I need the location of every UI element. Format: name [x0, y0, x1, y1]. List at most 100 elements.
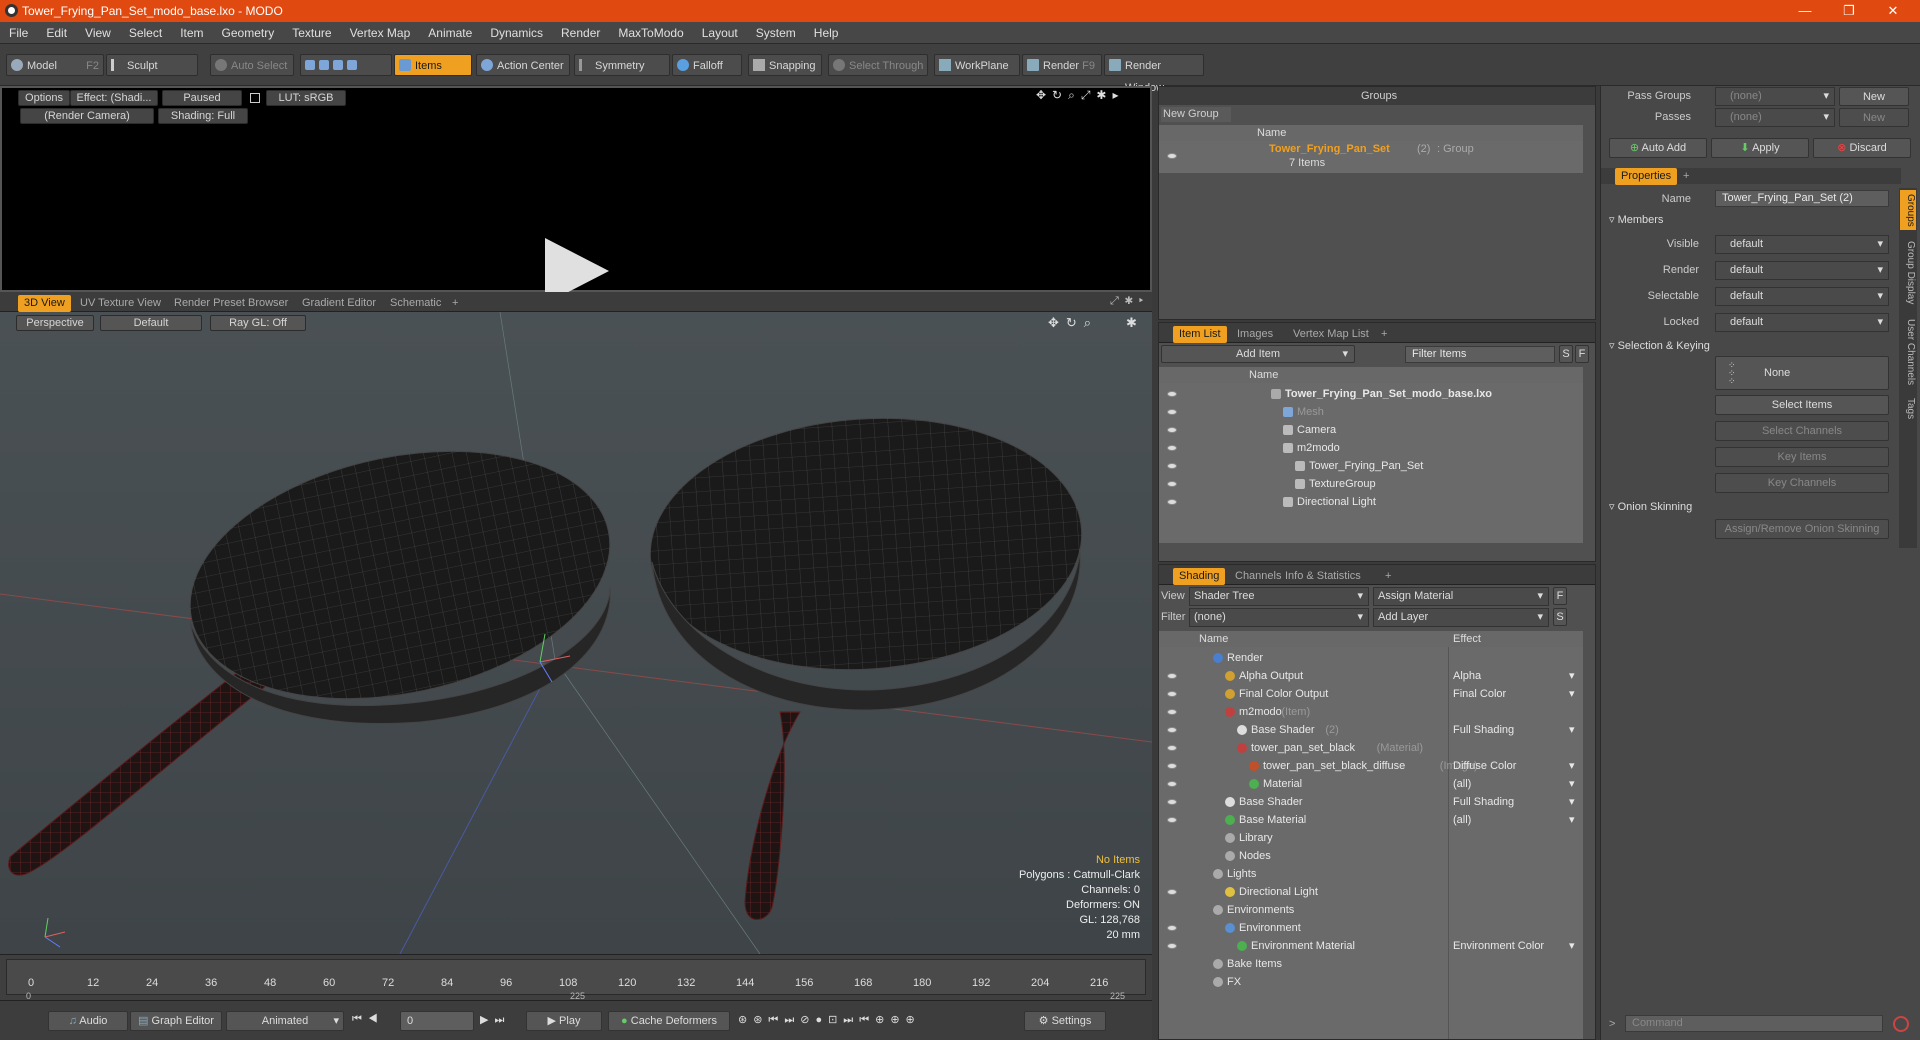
preview-view-controls[interactable]: ✥↻⌕⤢✱▸ — [1036, 88, 1125, 103]
filter-dropdown[interactable]: (none) — [1189, 608, 1369, 627]
shader-tree-row[interactable]: Alpha Output Alpha ▾ — [1159, 667, 1583, 685]
minimize-button[interactable]: — — [1788, 1, 1822, 21]
shader-tree-row[interactable]: Library — [1159, 829, 1583, 847]
tab-properties[interactable]: Properties — [1615, 168, 1678, 185]
assign-onion-skinning-button[interactable]: Assign/Remove Onion Skinning — [1715, 519, 1889, 539]
tab-vertex-map-list[interactable]: Vertex Map List — [1287, 326, 1375, 343]
menu-view[interactable]: View — [76, 22, 120, 40]
new-pass-group-button[interactable]: New — [1839, 87, 1909, 106]
vtab-user-channels[interactable]: User Channels — [1900, 316, 1916, 388]
menu-file[interactable]: File — [0, 22, 37, 40]
render-button[interactable]: Render F9 — [1022, 54, 1102, 76]
shader-tree-row[interactable]: Final Color Output Final Color ▾ — [1159, 685, 1583, 703]
selection-keying-section[interactable]: ▿ Selection & Keying — [1609, 339, 1710, 352]
filter-f-button[interactable]: F — [1575, 345, 1589, 363]
shading-f-button[interactable]: F — [1553, 587, 1567, 605]
add-tab-button[interactable]: + — [446, 295, 464, 312]
items-mode-button[interactable]: Items — [394, 54, 472, 76]
eye-icon[interactable] — [1167, 691, 1177, 697]
effect-dropdown-arrow[interactable]: ▾ — [1569, 667, 1575, 685]
eye-icon[interactable] — [1167, 391, 1177, 397]
select-through-button[interactable]: Select Through — [828, 54, 928, 76]
tab-shading[interactable]: Shading — [1173, 568, 1226, 585]
item-list-row[interactable]: TextureGroup — [1159, 475, 1583, 493]
action-center-button[interactable]: Action Center — [476, 54, 570, 76]
shader-layer-effect[interactable]: Full Shading — [1453, 793, 1514, 811]
shader-layer-effect[interactable]: Diffuse Color — [1453, 757, 1516, 775]
viewport-settings-icon[interactable]: ✱ — [1126, 315, 1137, 331]
add-tab-button[interactable]: + — [1379, 568, 1397, 585]
eye-icon[interactable] — [1167, 673, 1177, 679]
effect-dropdown-arrow[interactable]: ▾ — [1569, 793, 1575, 811]
effect-dropdown-arrow[interactable]: ▾ — [1569, 937, 1575, 955]
falloff-button[interactable]: Falloff — [672, 54, 742, 76]
passes-dropdown[interactable]: (none) — [1715, 108, 1835, 127]
vertices-mode-icon[interactable] — [305, 60, 315, 70]
eye-icon[interactable] — [1167, 463, 1177, 469]
preview-lut-dropdown[interactable]: LUT: sRGB — [266, 90, 346, 106]
eye-icon[interactable] — [1167, 763, 1177, 769]
effect-dropdown-arrow[interactable]: ▾ — [1569, 811, 1575, 829]
menu-texture[interactable]: Texture — [283, 22, 340, 40]
audio-button[interactable]: ♫ Audio — [48, 1011, 128, 1031]
shader-tree-row[interactable]: Base Shader (2) Full Shading ▾ — [1159, 721, 1583, 739]
shader-tree-row[interactable]: tower_pan_set_black (Material) — [1159, 739, 1583, 757]
maximize-button[interactable]: ❐ — [1832, 1, 1866, 21]
effect-dropdown-arrow[interactable]: ▾ — [1569, 775, 1575, 793]
polygons-mode-icon[interactable] — [333, 60, 343, 70]
members-section[interactable]: ▿ Members — [1609, 213, 1663, 226]
new-pass-button[interactable]: New — [1839, 108, 1909, 127]
perspective-dropdown[interactable]: Perspective — [16, 315, 94, 331]
shader-layer-effect[interactable]: Full Shading — [1453, 721, 1514, 739]
tab-gradient-editor[interactable]: Gradient Editor — [296, 295, 382, 312]
menu-geometry[interactable]: Geometry — [213, 22, 284, 40]
viewport-expand-icon[interactable]: ⤢✱▸ — [1110, 295, 1149, 308]
pass-groups-dropdown[interactable]: (none) — [1715, 87, 1835, 106]
item-list-row[interactable]: Mesh — [1159, 403, 1583, 421]
tab-info-statistics[interactable]: Info & Statistics — [1279, 568, 1367, 585]
frying-pan-left[interactable] — [8, 415, 633, 876]
shader-tree-row[interactable]: Base Material (all) ▾ — [1159, 811, 1583, 829]
eye-icon[interactable] — [1167, 817, 1177, 823]
shader-tree-row[interactable]: Bake Items — [1159, 955, 1583, 973]
eye-icon[interactable] — [1167, 427, 1177, 433]
key-controls[interactable]: ⊛⊛⏮⏭⊘●⊡⏭⏮⊕⊕⊕ — [738, 1013, 921, 1027]
item-list-row[interactable]: m2modo — [1159, 439, 1583, 457]
shader-tree-row[interactable]: Environments — [1159, 901, 1583, 919]
eye-icon[interactable] — [1167, 409, 1177, 415]
onion-skinning-section[interactable]: ▿ Onion Skinning — [1609, 500, 1692, 513]
edges-mode-icon[interactable] — [319, 60, 329, 70]
shader-tree-row[interactable]: Render — [1159, 649, 1583, 667]
stop-command-icon[interactable] — [1893, 1016, 1909, 1032]
preview-shading-dropdown[interactable]: Shading: Full — [158, 108, 248, 124]
play-button[interactable]: ▶ Play — [526, 1011, 602, 1031]
add-layer-dropdown[interactable]: Add Layer — [1373, 608, 1549, 627]
none-button[interactable]: ⁘ ⁘ ⁘ None — [1715, 356, 1889, 390]
assign-material-dropdown[interactable]: Assign Material — [1373, 587, 1549, 606]
raygl-dropdown[interactable]: Ray GL: Off — [210, 315, 306, 331]
eye-icon[interactable] — [1167, 499, 1177, 505]
shader-layer-effect[interactable]: Environment Color — [1453, 937, 1544, 955]
menu-dynamics[interactable]: Dynamics — [481, 22, 552, 40]
shader-tree-row[interactable]: Environment — [1159, 919, 1583, 937]
shader-tree-row[interactable]: FX — [1159, 973, 1583, 991]
effect-dropdown-arrow[interactable]: ▾ — [1569, 721, 1575, 739]
frying-pan-right[interactable] — [642, 404, 1090, 920]
tab-uv-texture-view[interactable]: UV Texture View — [74, 295, 167, 312]
item-list-row[interactable]: Camera — [1159, 421, 1583, 439]
workplane-button[interactable]: WorkPlane — [934, 54, 1020, 76]
tab-images[interactable]: Images — [1231, 326, 1279, 343]
vtab-groups[interactable]: Groups — [1900, 190, 1916, 230]
menu-render[interactable]: Render — [552, 22, 609, 40]
locked-dropdown[interactable]: default — [1715, 313, 1889, 332]
symmetry-button[interactable]: Symmetry — [574, 54, 670, 76]
add-tab-button[interactable]: + — [1375, 326, 1393, 343]
shader-tree-row[interactable]: Environment Material Environment Color ▾ — [1159, 937, 1583, 955]
eye-icon[interactable] — [1167, 745, 1177, 751]
preview-options-button[interactable]: Options — [18, 90, 70, 106]
lock-icon[interactable] — [250, 93, 260, 103]
animated-dropdown[interactable]: Animated ▾ — [226, 1011, 344, 1031]
transport-prev-controls[interactable]: ⏮◀ — [352, 1013, 384, 1026]
item-list-row[interactable]: Directional Light — [1159, 493, 1583, 511]
shader-tree-row[interactable]: Nodes — [1159, 847, 1583, 865]
